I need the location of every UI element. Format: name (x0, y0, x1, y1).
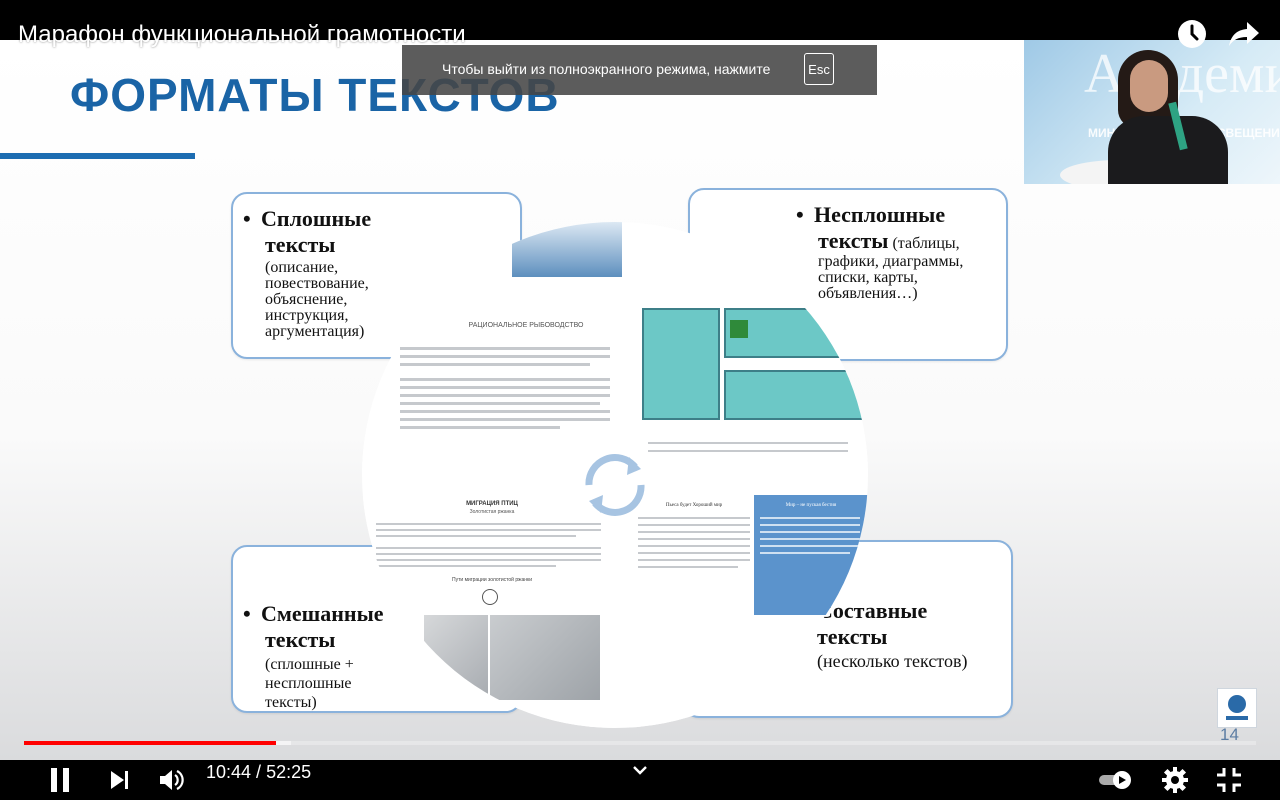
box-continuous-text: • Сплошные тексты (описание, повествовани… (243, 206, 371, 340)
text-line (638, 531, 750, 533)
exit-fullscreen-icon (1217, 768, 1241, 792)
text-line (760, 531, 860, 533)
next-button[interactable] (100, 760, 140, 800)
collage-doc-noncontinuous (628, 222, 868, 475)
text-formats-collage: РАЦИОНАЛЬНОЕ РЫБОВОДСТВО МИГРАЦИЯ ПТИЦ З… (362, 222, 868, 728)
volume-button[interactable] (152, 760, 192, 800)
continuous-sub-line: аргументация) (265, 323, 365, 340)
text-line (400, 394, 610, 397)
time-total: 52:25 (266, 762, 312, 782)
watch-later-icon[interactable] (1172, 14, 1212, 54)
text-line (376, 523, 601, 525)
map-marker (730, 320, 748, 338)
autoplay-toggle[interactable] (1096, 760, 1136, 800)
fullscreen-exit-notice: Чтобы выйти из полноэкранного режима, на… (402, 45, 877, 95)
time-separator: / (251, 762, 267, 782)
noncontinuous-sub-inline: (таблицы, (892, 235, 960, 252)
exit-fullscreen-button[interactable] (1209, 760, 1249, 800)
title-underline (0, 153, 195, 159)
continuous-sub-line: (описание, (265, 259, 339, 276)
collage-doc1-title: РАЦИОНАЛЬНОЕ РЫБОВОДСТВО (468, 322, 584, 329)
text-line (400, 402, 600, 405)
continuous-sub-line: объяснение, (265, 291, 348, 308)
text-line (760, 538, 860, 540)
presenter-face (1130, 60, 1168, 112)
map-block (642, 308, 720, 420)
collage-doc3-title: МИГРАЦИЯ ПТИЦ (466, 501, 518, 507)
pause-button[interactable] (40, 760, 80, 800)
settings-button[interactable] (1155, 760, 1195, 800)
text-line (760, 517, 860, 519)
text-line (376, 547, 601, 549)
player-controls (0, 760, 1280, 800)
text-line (400, 426, 560, 429)
text-line (400, 363, 590, 366)
continuous-sub-line: повествование, (265, 275, 369, 292)
collage-doc-mixed: МИГРАЦИЯ ПТИЦ Золотистая ржанка Пути миг… (362, 495, 615, 728)
chevron-down-icon[interactable] (620, 750, 660, 790)
text-line (400, 410, 610, 413)
text-line (760, 545, 860, 547)
bullet: • (243, 601, 251, 626)
text-line (400, 347, 610, 350)
video-title[interactable]: Марафон функциональной грамотности (18, 20, 466, 50)
progress-played (24, 741, 277, 745)
compass-icon (482, 589, 498, 605)
autoplay-toggle-icon (1099, 771, 1131, 789)
map-image (424, 615, 488, 700)
text-line (638, 552, 750, 554)
esc-key-badge: Esc (804, 53, 834, 85)
volume-icon (160, 770, 184, 790)
map-block (724, 370, 868, 420)
text-line (400, 355, 610, 358)
presenter-body (1108, 116, 1228, 184)
collage-doc3-map-caption: Пути миграции золотистой ржанки (452, 577, 532, 583)
collage-doc4-right-title: Мир – не пуская бестия (785, 503, 837, 508)
collage-doc-header (512, 222, 622, 277)
text-line (376, 559, 601, 561)
collage-doc4-right-panel: Мир – не пуская бестия (754, 495, 868, 615)
text-line (648, 450, 848, 452)
text-line (376, 535, 576, 537)
settings-icon (1162, 767, 1188, 793)
fullscreen-notice-text: Чтобы выйти из полноэкранного режима, на… (442, 61, 771, 77)
academy-logo (1217, 688, 1257, 728)
text-line (638, 566, 738, 568)
continuous-head-line2: тексты (265, 232, 336, 257)
text-line (400, 418, 610, 421)
collage-doc-multiple: Пьеса будет Хороший мир Мир – не пуская … (628, 495, 868, 728)
webcam-overlay: АкадемиЯ МИНИСТЕРСТВА ПРОСВЕЩЕНИЯ РОССИИ (1024, 40, 1280, 184)
text-line (760, 524, 860, 526)
share-icon[interactable] (1224, 14, 1264, 54)
text-line (638, 538, 750, 540)
text-line (376, 529, 601, 531)
video-player[interactable]: Марафон функциональной грамотности ФОРМА… (0, 0, 1280, 800)
text-line (638, 559, 750, 561)
text-line (400, 386, 610, 389)
time-current: 10:44 (206, 762, 252, 782)
bullet: • (243, 206, 251, 231)
map-image (490, 615, 600, 700)
text-line (648, 442, 848, 444)
text-line (760, 552, 850, 554)
pause-icon (51, 768, 69, 792)
continuous-head-line1: Сплошные (261, 206, 372, 231)
text-line (376, 565, 556, 567)
progress-bar[interactable] (24, 741, 1256, 745)
text-line (638, 545, 750, 547)
collage-doc3-subtitle: Золотистая ржанка (469, 509, 515, 515)
next-icon (111, 771, 128, 789)
text-line (376, 553, 601, 555)
text-line (400, 378, 610, 381)
collage-doc-continuous: РАЦИОНАЛЬНОЕ РЫБОВОДСТВО (362, 222, 622, 475)
continuous-sub-line: инструкция, (265, 307, 349, 324)
time-display: 10:44 / 52:25 (206, 762, 311, 783)
cycle-arrows-icon (585, 454, 645, 516)
